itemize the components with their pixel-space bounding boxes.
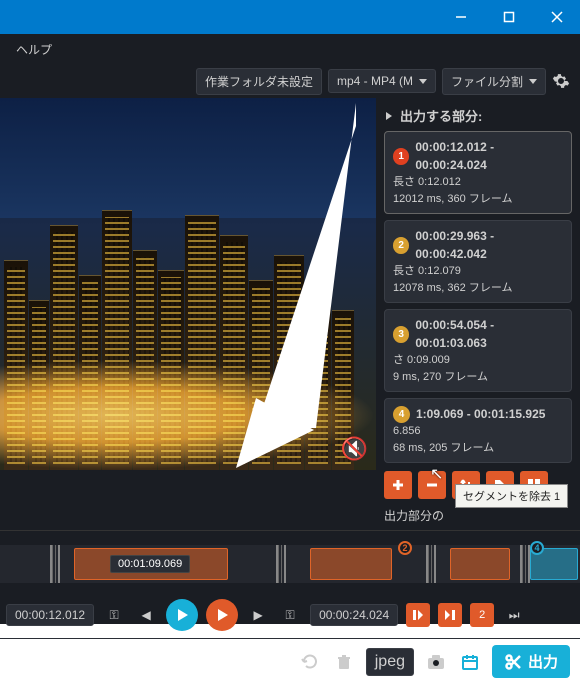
out-timecode[interactable]: 00:00:24.024 xyxy=(310,604,398,626)
mode-select[interactable]: ファイル分割 xyxy=(442,68,546,95)
chevron-down-icon xyxy=(529,79,537,84)
rotate-button[interactable] xyxy=(298,650,322,674)
next-segment-button[interactable]: ⏭ xyxy=(502,603,526,627)
main-area: 🔇 出力する部分: 100:00:12.012 - 00:00:24.024 長… xyxy=(0,98,580,530)
play-segment-button[interactable] xyxy=(206,599,238,631)
timeline-marker[interactable] xyxy=(520,545,530,583)
clip-number: 4 xyxy=(530,541,544,555)
video-preview[interactable]: 🔇 xyxy=(0,98,376,470)
menu-help[interactable]: ヘルプ xyxy=(8,41,60,58)
format-select[interactable]: mp4 - MP4 (M xyxy=(328,69,436,93)
keyframe-out-icon[interactable]: ⚿ xyxy=(278,603,302,627)
close-button[interactable] xyxy=(534,0,580,34)
cursor-icon: ↖ xyxy=(430,464,443,484)
segments-header[interactable]: 出力する部分: xyxy=(384,106,572,125)
transport-controls: 00:00:12.012 ⚿ ◀ ▶ ⚿ 00:00:24.024 2 ⏭ xyxy=(0,592,580,638)
segment-item[interactable]: 200:00:29.963 - 00:00:42.042 長さ 0:12.079… xyxy=(384,220,572,303)
segment-item[interactable]: 300:00:54.054 - 00:01:03.063 さ 0:09.0099… xyxy=(384,309,572,392)
maximize-button[interactable] xyxy=(486,0,532,34)
screenshot-button[interactable] xyxy=(424,650,448,674)
timeline-track[interactable]: 2 4 00:01:09.069 xyxy=(0,545,580,583)
settings-button[interactable] xyxy=(552,72,570,90)
keyframe-in-icon[interactable]: ⚿ xyxy=(102,603,126,627)
segment-item[interactable]: 41:09.069 - 00:01:15.925 6.85668 ms, 205… xyxy=(384,398,572,463)
export-button[interactable]: 出力 xyxy=(492,645,570,678)
delete-button[interactable] xyxy=(332,650,356,674)
menubar: ヘルプ xyxy=(0,34,580,64)
tooltip: セグメントを除去 1 xyxy=(455,484,568,508)
output-label: 出力部分の xyxy=(384,507,572,524)
app-window: ヘルプ 作業フォルダ未設定 mp4 - MP4 (M ファイル分割 � xyxy=(0,0,580,624)
minimize-button[interactable] xyxy=(438,0,484,34)
next-frame-button[interactable]: ▶ xyxy=(246,603,270,627)
bottom-bar: jpeg 出力 xyxy=(0,638,580,684)
set-out-button[interactable] xyxy=(438,603,462,627)
timeline-marker[interactable] xyxy=(276,545,286,583)
timeline-marker[interactable] xyxy=(50,545,60,583)
timeline-clip[interactable] xyxy=(310,548,392,580)
mute-icon[interactable]: 🔇 xyxy=(341,436,368,462)
scissors-icon xyxy=(504,653,522,671)
play-button[interactable] xyxy=(166,599,198,631)
chevron-down-icon xyxy=(419,79,427,84)
segment-count[interactable]: 2 xyxy=(470,603,494,627)
working-folder-button[interactable]: 作業フォルダ未設定 xyxy=(196,68,322,95)
clip-number: 2 xyxy=(398,541,412,555)
set-in-button[interactable] xyxy=(406,603,430,627)
timeline[interactable]: 2 4 00:01:09.069 xyxy=(0,530,580,592)
segment-list: 100:00:12.012 - 00:00:24.024 長さ 0:12.012… xyxy=(384,131,572,463)
segments-panel: 出力する部分: 100:00:12.012 - 00:00:24.024 長さ … xyxy=(376,98,580,530)
timeline-clip[interactable] xyxy=(450,548,510,580)
schedule-button[interactable] xyxy=(458,650,482,674)
add-segment-button[interactable] xyxy=(384,471,412,499)
titlebar xyxy=(0,0,580,34)
timeline-marker[interactable] xyxy=(426,545,436,583)
screenshot-format[interactable]: jpeg xyxy=(366,648,414,676)
toolbar: 作業フォルダ未設定 mp4 - MP4 (M ファイル分割 xyxy=(0,64,580,98)
segment-item[interactable]: 100:00:12.012 - 00:00:24.024 長さ 0:12.012… xyxy=(384,131,572,214)
in-timecode[interactable]: 00:00:12.012 xyxy=(6,604,94,626)
prev-frame-button[interactable]: ◀ xyxy=(134,603,158,627)
playhead-time: 00:01:09.069 xyxy=(110,555,190,573)
